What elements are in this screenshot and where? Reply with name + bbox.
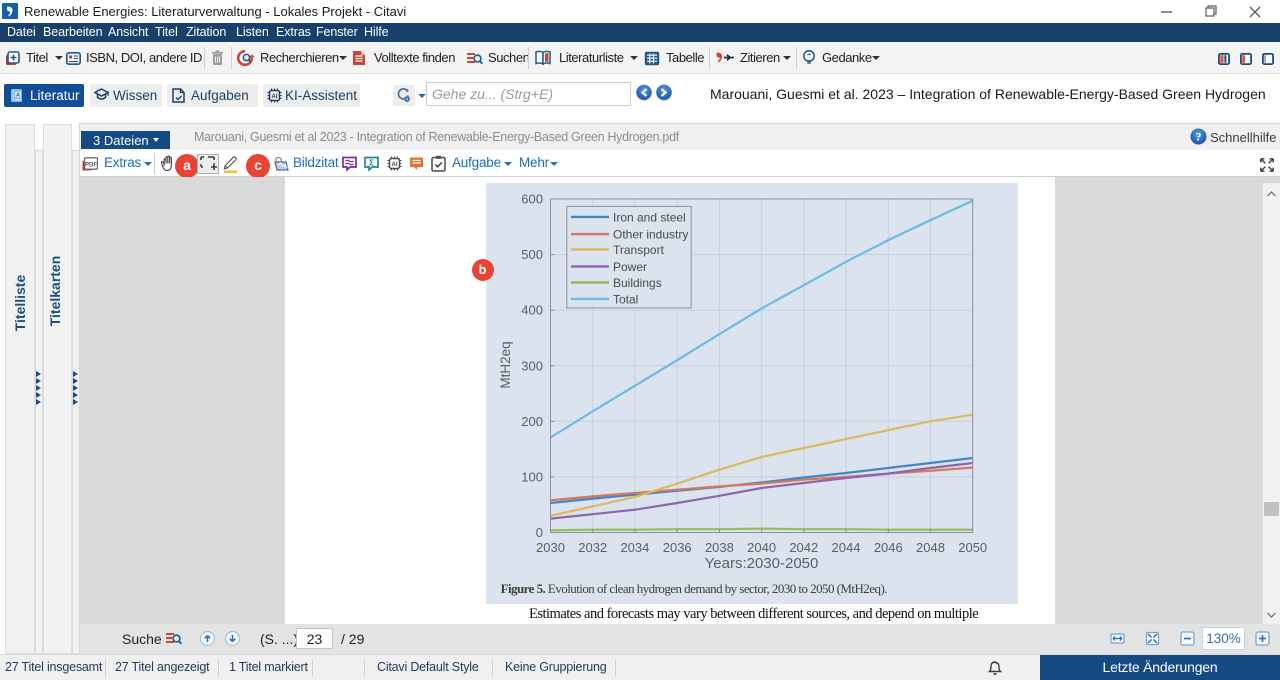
svg-text:2034: 2034 (620, 540, 649, 555)
svg-text:A: A (16, 93, 20, 99)
svg-text:2036: 2036 (663, 540, 692, 555)
svg-text:Power: Power (613, 260, 647, 274)
svg-text:400: 400 (521, 303, 543, 318)
svg-text:500: 500 (521, 247, 543, 262)
svg-text:Iron and steel: Iron and steel (613, 210, 686, 224)
svg-text:Total: Total (613, 292, 638, 306)
svg-text:300: 300 (521, 358, 543, 373)
svg-text:0: 0 (536, 525, 543, 540)
svg-text:2038: 2038 (705, 540, 734, 555)
svg-text:PDF: PDF (85, 163, 97, 169)
svg-text:AI: AI (392, 162, 398, 168)
svg-text:AI: AI (272, 94, 278, 100)
svg-text:200: 200 (521, 414, 543, 429)
svg-text:2046: 2046 (874, 540, 903, 555)
svg-text:Transport: Transport (613, 243, 665, 257)
svg-text:2030: 2030 (536, 540, 565, 555)
svg-text:2048: 2048 (916, 540, 945, 555)
svg-text:MtH2eq: MtH2eq (498, 341, 513, 388)
svg-text:?: ? (1196, 132, 1202, 144)
svg-text:100: 100 (521, 469, 543, 484)
svg-text:Years:2030-2050: Years:2030-2050 (705, 555, 819, 572)
svg-text:2044: 2044 (832, 540, 861, 555)
svg-text:Σ: Σ (369, 159, 374, 168)
svg-text:2032: 2032 (578, 540, 607, 555)
svg-text:600: 600 (521, 192, 543, 207)
svg-text:2042: 2042 (789, 540, 818, 555)
svg-text:2040: 2040 (747, 540, 776, 555)
svg-text:Other industry: Other industry (613, 228, 688, 242)
svg-text:2050: 2050 (958, 540, 987, 555)
svg-text:Buildings: Buildings (613, 276, 662, 290)
